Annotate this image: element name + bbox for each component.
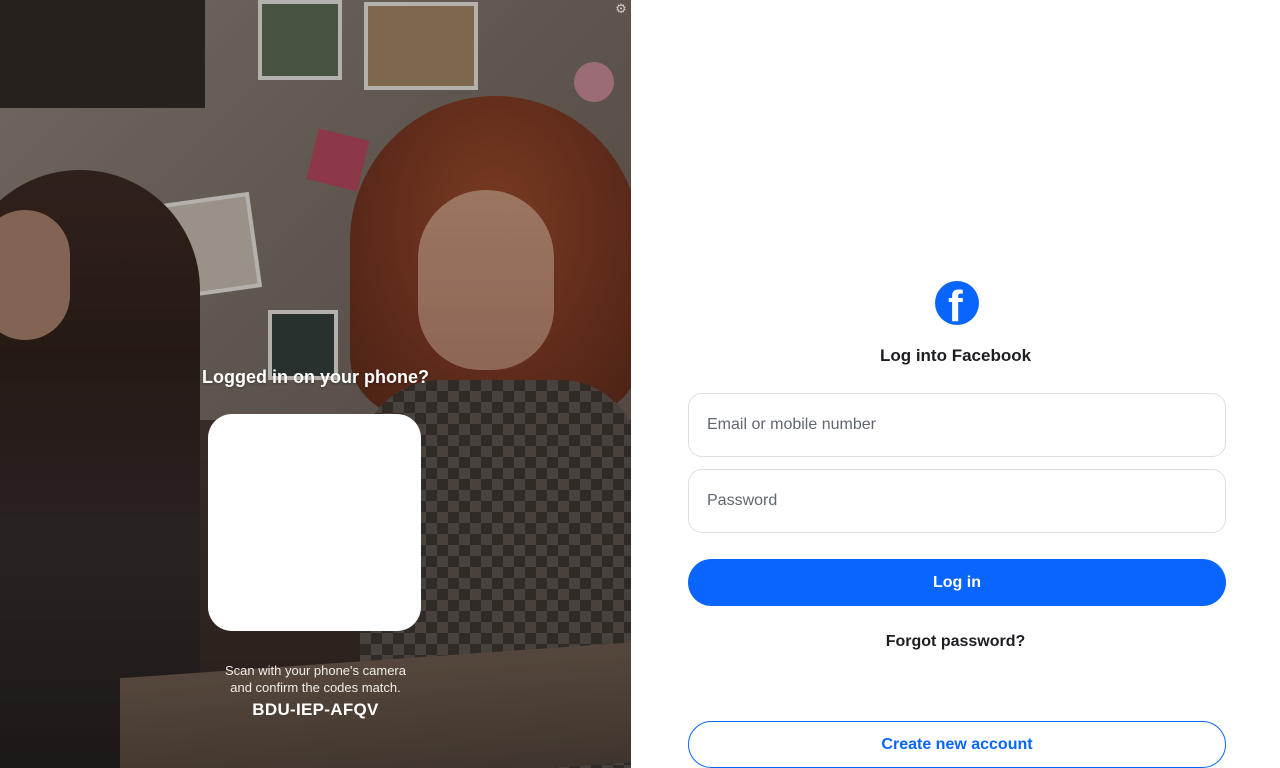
login-button[interactable]: Log in [688, 559, 1226, 606]
qr-instructions-line2: and confirm the codes match. [230, 680, 401, 695]
facebook-logo-icon: f [935, 281, 979, 325]
background-photo-panel: ⚙ Logged in on your phone? Scan with you… [0, 0, 631, 768]
forgot-password-link[interactable]: Forgot password? [631, 633, 1280, 651]
login-panel: f Log into Facebook Log in Forgot passwo… [631, 0, 1280, 768]
password-field [688, 469, 1226, 533]
qr-code-box [208, 414, 421, 631]
qr-title: Logged in on your phone? [202, 367, 429, 387]
email-input[interactable] [689, 394, 1225, 456]
password-input[interactable] [689, 470, 1225, 532]
create-account-button[interactable]: Create new account [688, 721, 1226, 768]
qr-instructions: Scan with your phone's camera and confir… [0, 662, 631, 696]
qr-match-code: BDU-IEP-AFQV [252, 700, 379, 719]
facebook-logo-letter: f [948, 282, 963, 326]
login-title: Log into Facebook [879, 346, 1032, 365]
qr-instructions-line1: Scan with your phone's camera [225, 663, 406, 678]
gear-icon[interactable]: ⚙ [614, 2, 628, 16]
email-field [688, 393, 1226, 457]
